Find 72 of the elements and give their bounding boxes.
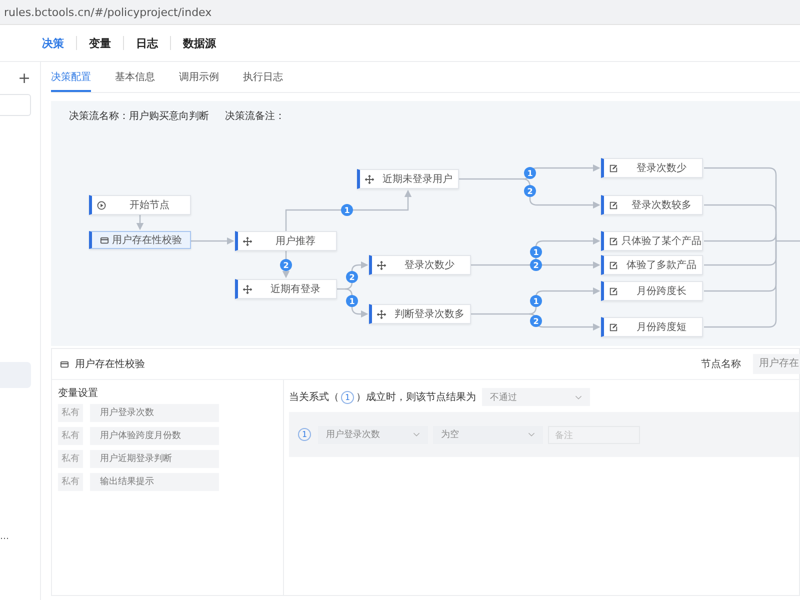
move-icon: [377, 260, 386, 270]
scope-tag: 私有: [58, 473, 83, 491]
move-icon: [377, 310, 386, 318]
play-icon: [97, 200, 106, 210]
flow-node[interactable]: 月份跨度短: [601, 317, 703, 337]
tab[interactable]: 基本信息: [115, 62, 155, 92]
edit-icon: [609, 236, 618, 246]
flow-node[interactable]: 体验了多款产品: [601, 255, 703, 275]
flow-node[interactable]: 用户推荐: [235, 231, 337, 251]
nav-tab[interactable]: 数据源: [183, 36, 216, 50]
move-icon: [243, 236, 252, 246]
branch-number: 2: [530, 259, 542, 271]
flow-node[interactable]: 登录次数少: [601, 158, 703, 178]
nav-tab[interactable]: 变量: [89, 36, 111, 50]
relation-number: 1: [341, 390, 354, 404]
scope-tag: 私有: [58, 450, 83, 468]
section-title: 变量设置: [58, 386, 99, 400]
edit-icon: [609, 200, 618, 210]
variable-field[interactable]: 用户体验跨度月份数: [90, 427, 219, 445]
scope-tag: 私有: [58, 427, 83, 445]
rule-text: 当关系式（: [289, 390, 339, 404]
search-field[interactable]: [0, 94, 31, 116]
scope-tag: 私有: [58, 404, 83, 422]
connector-line: [136, 215, 144, 230]
branch-number: 1: [341, 204, 353, 216]
variable-field[interactable]: 输出结果提示: [90, 473, 219, 491]
flow-node[interactable]: 月份跨度长: [601, 281, 703, 301]
variable-field[interactable]: 用户登录次数: [90, 404, 219, 422]
node-name-label: 节点名称: [701, 358, 741, 371]
tab[interactable]: 决策配置: [51, 62, 91, 92]
rule-text: ）成立时，则该节点结果为: [356, 390, 476, 404]
flow-node[interactable]: 用户存在性校验: [89, 231, 191, 249]
branch-number: 2: [280, 259, 292, 271]
branch-number: 2: [524, 185, 536, 197]
edit-icon: [609, 164, 618, 172]
flow-node[interactable]: 近期有登录: [235, 279, 337, 299]
card-icon: [60, 360, 69, 368]
move-icon: [243, 284, 252, 294]
connector-line: [191, 237, 234, 245]
nav-tab[interactable]: 日志: [136, 36, 158, 50]
flow-node[interactable]: 登录次数较多: [601, 195, 703, 215]
edit-icon: [609, 260, 618, 270]
note-field[interactable]: 备注: [548, 426, 640, 444]
flow-node[interactable]: 近期未登录用户: [357, 169, 459, 189]
flow-node[interactable]: 判断登录次数多: [369, 304, 471, 324]
chevron-icon: [413, 432, 420, 437]
branch-number: 1: [530, 295, 542, 307]
add-icon[interactable]: +: [18, 69, 31, 87]
nav-tab[interactable]: 决策: [42, 36, 64, 50]
flow-node[interactable]: 开始节点: [89, 195, 191, 215]
branch-number: 2: [530, 315, 542, 327]
address-bar[interactable]: rules.bctools.cn/#/policyproject/index: [0, 0, 800, 25]
tab[interactable]: 执行日志: [243, 62, 283, 92]
card-icon: [100, 236, 109, 244]
branch-number: 1: [524, 167, 536, 179]
edit-icon: [609, 286, 618, 296]
edit-icon: [609, 322, 618, 332]
panel-title: 用户存在性校验: [75, 358, 145, 371]
variable-field[interactable]: 用户近期登录判断: [90, 450, 219, 468]
chevron-icon: [575, 394, 582, 400]
branch-number: 1: [346, 295, 358, 307]
move-icon: [365, 174, 374, 184]
flow-note-label: 决策流备注：: [225, 110, 285, 123]
branch-number: 1: [530, 246, 542, 258]
sidebar-item[interactable]: …: [0, 532, 9, 542]
branch-number: 2: [346, 271, 358, 283]
condition-number: 1: [298, 428, 311, 441]
flow-node[interactable]: 只体验了某个产品: [601, 231, 703, 251]
flow-name: 决策流名称：用户购买意向判断: [69, 110, 209, 123]
flow-node[interactable]: 登录次数少: [369, 255, 471, 275]
tab[interactable]: 调用示例: [179, 62, 219, 92]
chevron-icon: [528, 432, 535, 437]
